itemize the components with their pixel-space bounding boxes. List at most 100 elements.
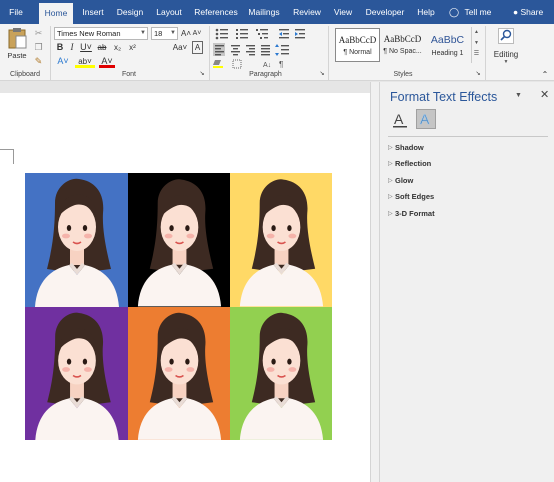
paragraph-group-label: Paragraph [249, 71, 282, 78]
tab-insert[interactable]: Insert [78, 0, 108, 24]
style-name: Heading 1 [431, 50, 464, 57]
text-fill-icon: A [393, 111, 407, 128]
woman-portrait-illustration [239, 178, 324, 307]
pane-title: Format Text Effects [390, 90, 498, 104]
clear-formatting-button[interactable]: A [192, 41, 203, 54]
clipboard-group-label: Clipboard [10, 71, 40, 78]
format-painter-icon[interactable]: ✎ [33, 55, 44, 68]
align-right-icon [246, 45, 255, 56]
tell-me-label: Tell me [464, 7, 492, 17]
font-group-label: Font [121, 71, 136, 78]
tab-view[interactable]: View [330, 0, 356, 24]
paragraph-tools: A↓ ¶ [213, 28, 305, 69]
font-size-box[interactable]: 18 ▼ [151, 27, 178, 40]
style-sample: AaBbCcD [383, 34, 422, 44]
more-icon: ☰ [473, 51, 480, 57]
ribbon-tab-bar: File Home Insert Design Layout Reference… [0, 0, 554, 24]
group-divider [50, 26, 51, 80]
styles-gallery-scroll[interactable]: ▲ ▼ ☰ [471, 27, 481, 63]
tab-mailings[interactable]: Mailings [245, 0, 283, 24]
pane-options-chevron-icon[interactable]: ▼ [515, 92, 522, 99]
portrait-cell [230, 307, 332, 440]
dialog-launcher-icon[interactable]: ↘ [474, 68, 482, 81]
paste-button[interactable]: Paste [4, 27, 30, 67]
grow-font-button[interactable]: A˄ [181, 27, 191, 40]
bold-button[interactable]: B [55, 41, 65, 54]
group-divider [328, 26, 329, 80]
justify-icon [261, 45, 270, 56]
sort-icon: A↓ [263, 62, 271, 69]
chevron-down-icon: ▼ [170, 30, 176, 36]
numbering-icon [236, 29, 248, 39]
tab-review[interactable]: Review [290, 0, 324, 24]
tell-me-box[interactable]: ◯ Tell me [449, 0, 491, 24]
style-no-spacing[interactable]: AaBbCcD ¶ No Spac... [380, 28, 425, 62]
highlight-color-button[interactable]: ab˅ [75, 55, 95, 68]
expand-triangle-icon: ▷ [388, 178, 393, 184]
underline-button[interactable]: U˅ [79, 41, 93, 54]
tab-developer[interactable]: Developer [362, 0, 408, 24]
superscript-button[interactable]: x² [126, 41, 139, 54]
clipboard-icon [8, 28, 27, 49]
portrait-cell [128, 173, 230, 307]
text-effects-button[interactable]: A˅ [55, 55, 71, 68]
multilevel-list-icon [256, 29, 268, 39]
cut-icon[interactable]: ✂ [33, 27, 44, 40]
expand-triangle-icon: ▷ [388, 211, 393, 217]
style-normal[interactable]: AaBbCcD ¶ Normal [335, 28, 380, 62]
woman-portrait-illustration [34, 177, 120, 307]
dialog-launcher-icon[interactable]: ↘ [198, 68, 206, 81]
share-label: Share [520, 7, 544, 17]
tab-design[interactable]: Design [113, 0, 147, 24]
pane-tab-divider [388, 136, 548, 137]
font-name-box[interactable]: Times New Roman ▼ [54, 27, 148, 40]
woman-portrait-illustration [137, 178, 222, 307]
person-icon: ● [513, 7, 519, 17]
change-case-button[interactable]: Aa˅ [171, 41, 189, 54]
section-label: Reflection [395, 159, 432, 168]
style-name: ¶ Normal [343, 49, 372, 56]
tab-references[interactable]: References [192, 0, 240, 24]
lightbulb-icon: ◯ [449, 7, 460, 17]
copy-icon[interactable]: ❐ [33, 41, 44, 54]
svg-text:A: A [420, 111, 430, 127]
section-label: Shadow [395, 143, 424, 152]
portrait-grid[interactable] [25, 173, 332, 440]
text-effects-tab[interactable]: A [416, 109, 436, 129]
close-icon[interactable]: ✕ [540, 88, 549, 101]
section-label: Glow [395, 176, 414, 185]
strikethrough-button[interactable]: ab [95, 41, 109, 54]
magnifier-icon [498, 28, 514, 44]
woman-portrait-illustration [34, 311, 120, 440]
expand-triangle-icon: ▷ [388, 194, 393, 200]
tab-home[interactable]: Home [39, 3, 73, 24]
tab-file[interactable]: File [3, 0, 29, 24]
svg-text:A: A [394, 111, 404, 127]
pane-splitter[interactable] [370, 82, 380, 482]
style-sample: AaBbCcD [338, 35, 377, 45]
group-divider [485, 26, 486, 80]
style-heading-1[interactable]: AaBbC Heading 1 [425, 28, 470, 62]
shrink-font-button[interactable]: A˅ [192, 27, 202, 40]
italic-button[interactable]: I [67, 41, 77, 54]
collapse-ribbon-icon[interactable]: ⌃ [540, 68, 550, 81]
editing-button[interactable]: Editing ▼ [488, 27, 524, 69]
portrait-cell [230, 173, 332, 307]
svg-text:¶: ¶ [279, 60, 283, 69]
text-fill-outline-tab[interactable]: A [391, 110, 410, 129]
tab-layout[interactable]: Layout [152, 0, 186, 24]
subscript-button[interactable]: x₂ [111, 41, 124, 54]
share-button[interactable]: ● Share [513, 0, 543, 24]
portrait-cell [25, 307, 128, 440]
editing-label: Editing [493, 50, 519, 59]
paste-label: Paste [7, 51, 27, 60]
font-name-value: Times New Roman [57, 29, 121, 38]
expand-triangle-icon: ▷ [388, 145, 393, 151]
expand-triangle-icon: ▷ [388, 161, 393, 167]
increase-indent-icon [295, 29, 305, 39]
tab-help[interactable]: Help [414, 0, 438, 24]
chevron-up-icon: ▲ [474, 29, 479, 35]
dialog-launcher-icon[interactable]: ↘ [318, 68, 326, 81]
font-color-button[interactable]: A˅ [99, 55, 115, 68]
margin-corner-mark [0, 149, 14, 164]
